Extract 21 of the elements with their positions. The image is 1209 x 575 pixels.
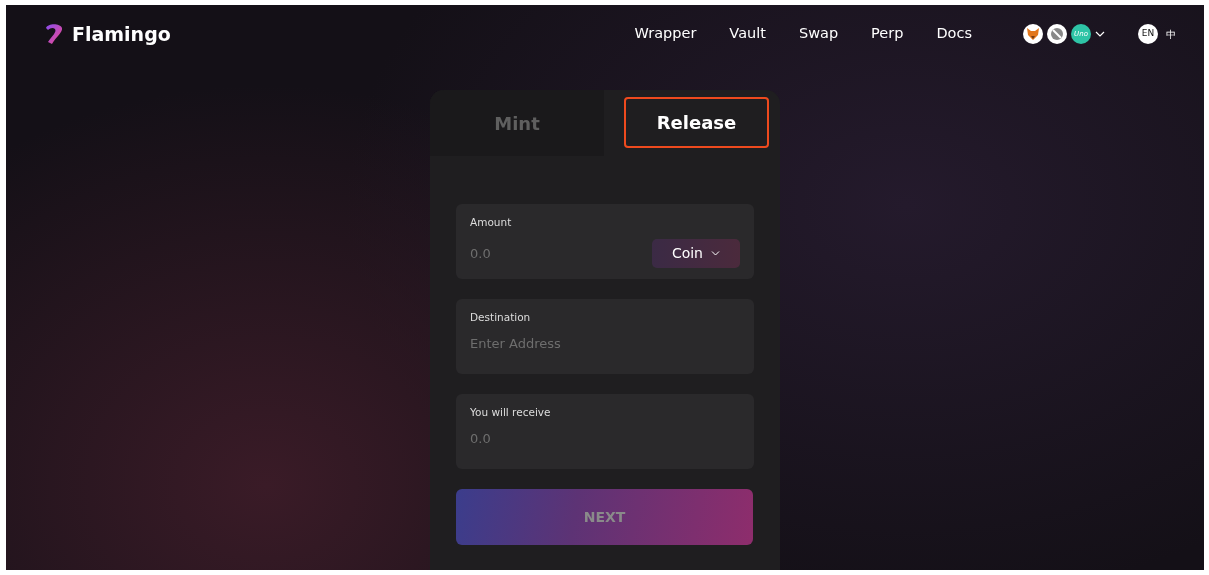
chevron-down-icon	[711, 250, 720, 256]
field-label: You will receive	[470, 405, 552, 420]
input-field[interactable]: 0.0	[470, 243, 652, 263]
coin-dropdown[interactable]: Coin	[651, 238, 740, 268]
tab[interactable]: Release	[624, 97, 769, 148]
nav-link[interactable]: Swap	[798, 23, 839, 45]
language-badge[interactable]: EN	[1138, 24, 1158, 44]
field-label: Amount	[470, 215, 513, 230]
field-label: Destination	[470, 310, 532, 325]
fox-icon[interactable]	[1023, 24, 1043, 44]
input-field[interactable]: Enter Address	[470, 333, 670, 354]
nav-link[interactable]: Docs	[936, 23, 972, 45]
brand-name: Flamingo	[72, 21, 171, 47]
nav-link[interactable]: Wrapper	[634, 23, 697, 45]
nav-link[interactable]: Perp	[871, 23, 904, 45]
coin-icon[interactable]	[1047, 24, 1067, 44]
output-value: 0.0	[470, 429, 491, 448]
nav-link[interactable]: Vault	[729, 23, 766, 45]
flamingo-logo-icon	[44, 23, 64, 45]
language-option[interactable]: 中	[1166, 26, 1176, 42]
chevron-down-icon[interactable]	[1095, 31, 1105, 37]
